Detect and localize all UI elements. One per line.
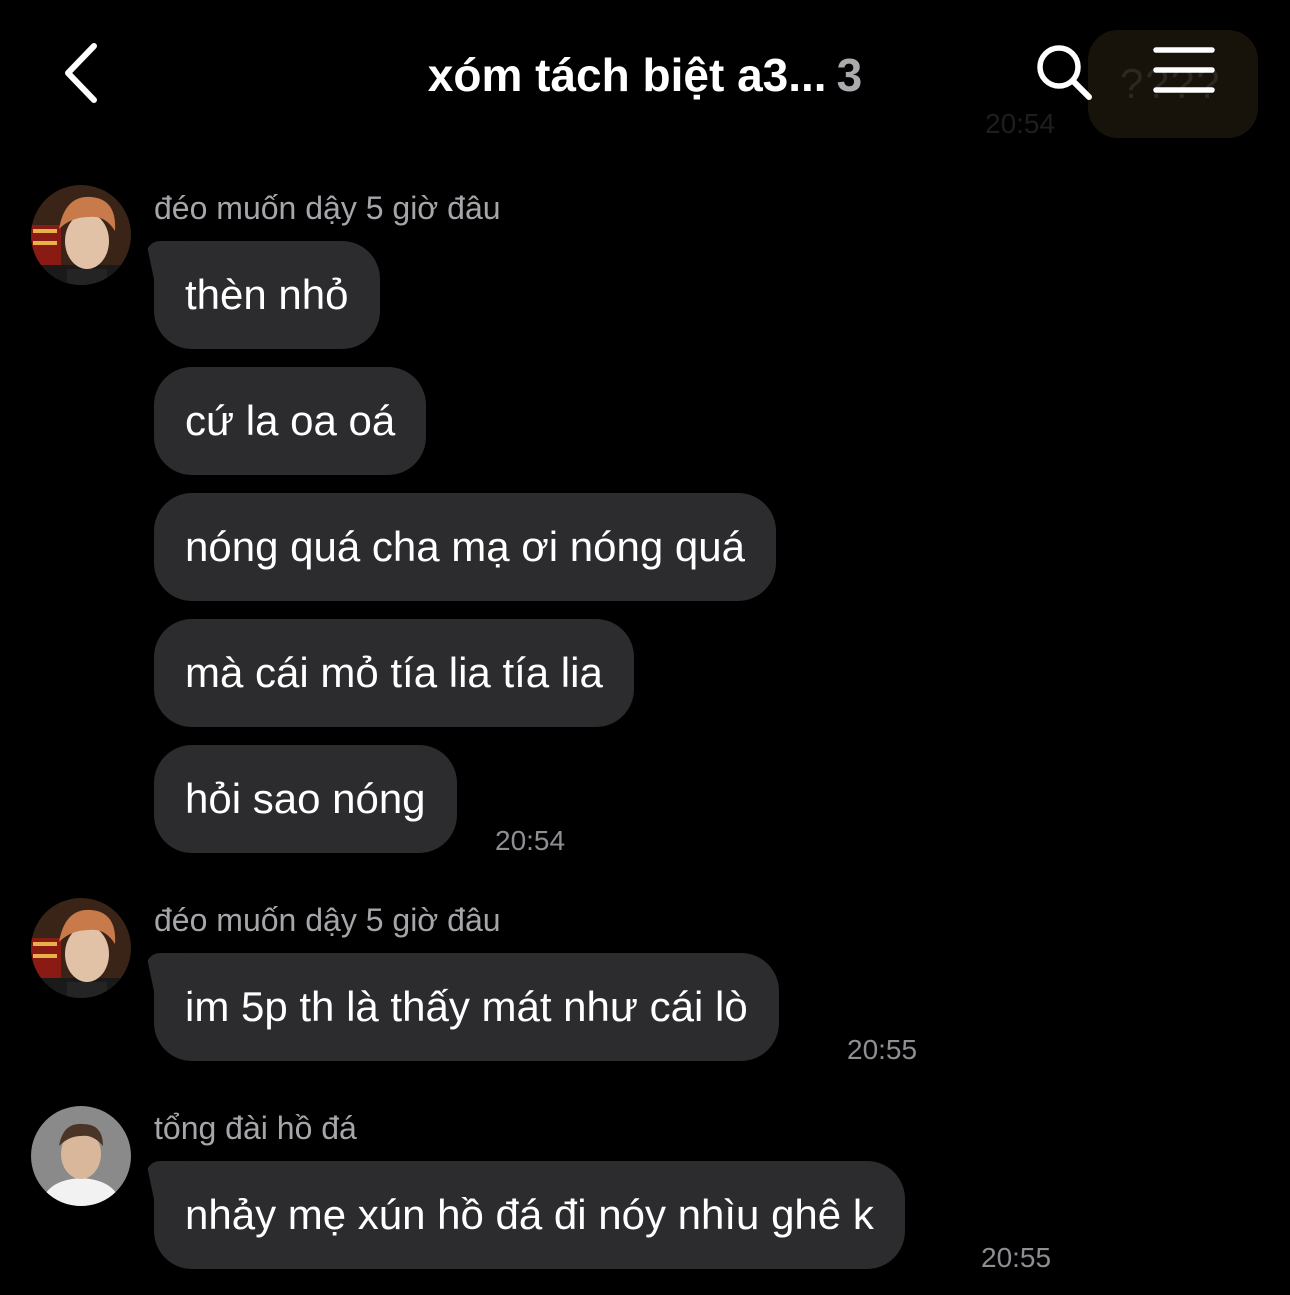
- message-bubble[interactable]: cứ la oa oá: [154, 367, 427, 475]
- chat-title[interactable]: xóm tách biệt a3... 3: [0, 48, 1290, 102]
- avatar-boy-white-shirt: [31, 1106, 131, 1206]
- message-bubble[interactable]: nóng quá cha mạ ơi nóng quá: [154, 493, 776, 601]
- hamburger-menu-icon: [1153, 47, 1215, 93]
- group-name: xóm tách biệt a3...: [427, 49, 827, 101]
- message-bubble[interactable]: hỏi sao nóng: [154, 745, 457, 853]
- search-icon: [1037, 45, 1092, 100]
- message-timestamp: 20:55: [847, 1034, 918, 1065]
- sender-name: đéo muốn dậy 5 giờ đâu: [154, 190, 501, 226]
- message-timestamp: 20:55: [981, 1242, 1052, 1273]
- avatar[interactable]: [31, 898, 131, 998]
- sender-name: tổng đài hồ đá: [154, 1110, 357, 1146]
- avatar-boy-orange-hair: [31, 898, 131, 998]
- message-bubble[interactable]: thèn nhỏ: [154, 241, 380, 349]
- message-bubble[interactable]: nhảy mẹ xún hồ đá đi nóy nhìu ghê k: [154, 1161, 905, 1269]
- message-bubble[interactable]: mà cái mỏ tía lia tía lia: [154, 619, 634, 727]
- chat-header: xóm tách biệt a3... 3: [0, 0, 1290, 150]
- search-button[interactable]: [1034, 42, 1094, 102]
- message-timestamp: 20:54: [495, 825, 566, 856]
- menu-button[interactable]: [1152, 46, 1216, 94]
- avatar[interactable]: [31, 185, 131, 285]
- avatar[interactable]: [31, 1106, 131, 1206]
- message-bubble[interactable]: im 5p th là thấy mát như cái lò: [154, 953, 779, 1061]
- avatar-boy-orange-hair: [31, 185, 131, 285]
- sender-name: đéo muốn dậy 5 giờ đâu: [154, 902, 501, 938]
- member-count: 3: [836, 49, 863, 101]
